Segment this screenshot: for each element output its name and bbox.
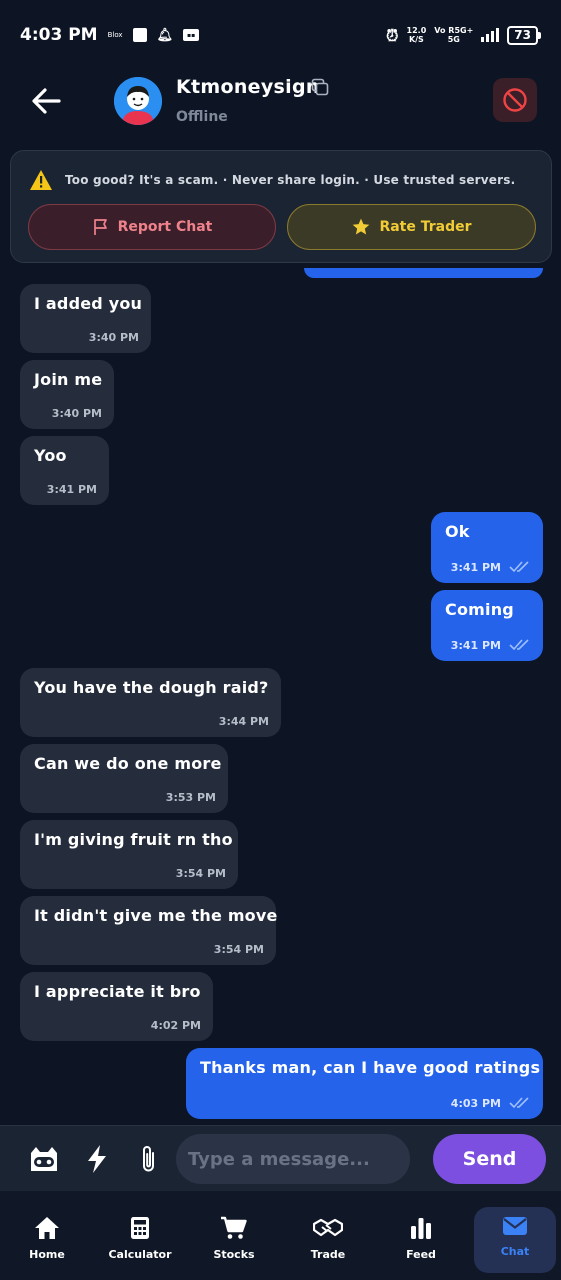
message-time: 3:44 PM	[218, 715, 269, 728]
cart-icon	[221, 1216, 247, 1239]
report-chat-button[interactable]: Report Chat	[28, 204, 276, 250]
message-time: 3:41 PM	[46, 483, 97, 496]
message-bubble-incoming[interactable]: Can we do one more 3:53 PM	[20, 744, 228, 813]
read-receipt-icon	[509, 639, 529, 651]
home-icon	[35, 1217, 59, 1239]
nav-label: Chat	[500, 1245, 530, 1258]
block-user-button[interactable]	[493, 78, 537, 122]
message-bubble-outgoing[interactable]: Thanks man, can I have good ratings 4:03…	[186, 1048, 543, 1119]
message-bubble-incoming[interactable]: I added you 3:40 PM	[20, 284, 151, 353]
network-type: Vo R5G+ 5G	[434, 26, 474, 44]
bar-chart-icon	[411, 1218, 431, 1239]
message-text: Can we do one more	[34, 754, 222, 773]
battery-icon: 73	[507, 25, 541, 45]
mail-icon	[503, 1217, 527, 1235]
quick-action-button[interactable]	[81, 1143, 113, 1175]
message-time: 3:41 PM	[450, 638, 501, 652]
nav-label: Trade	[310, 1248, 346, 1261]
message-time: 3:41 PM	[450, 560, 501, 574]
message-time: 3:40 PM	[88, 331, 139, 344]
message-text: Thanks man, can I have good ratings	[200, 1058, 541, 1077]
emoji-button[interactable]	[28, 1143, 60, 1175]
notification-app-icon: ▪▪	[183, 29, 200, 41]
message-bubble-outgoing[interactable]: Coming 3:41 PM	[431, 590, 543, 661]
nav-label: Home	[29, 1248, 65, 1261]
bell-icon: 🔔︎	[156, 27, 174, 43]
nav-item-chat[interactable]: Chat	[474, 1207, 556, 1273]
nav-label: Feed	[406, 1248, 436, 1261]
arrow-left-icon	[32, 88, 61, 114]
message-text: I appreciate it bro	[34, 982, 201, 1001]
contact-status: Offline	[176, 109, 228, 125]
message-time: 3:40 PM	[51, 407, 102, 420]
alarm-icon: ⏰︎	[386, 25, 399, 45]
rate-trader-label: Rate Trader	[379, 219, 472, 235]
nav-item-home[interactable]: Home	[7, 1208, 87, 1272]
avatar[interactable]	[114, 77, 162, 125]
send-button[interactable]: Send	[433, 1134, 546, 1184]
read-receipt-icon	[509, 1097, 529, 1109]
message-time: 4:03 PM	[450, 1096, 501, 1110]
back-button[interactable]	[26, 84, 66, 118]
message-bubble-incoming[interactable]: It didn't give me the move 3:54 PM	[20, 896, 278, 965]
chat-header: Ktmoneysign Offline	[0, 70, 561, 140]
message-bubble-incoming[interactable]: I'm giving fruit rn tho 3:54 PM	[20, 820, 238, 889]
message-bubble-incoming[interactable]: You have the dough raid? 3:44 PM	[20, 668, 281, 737]
status-time: 4:03 PM	[20, 25, 98, 45]
nav-item-trade[interactable]: Trade	[288, 1208, 368, 1272]
message-bubble-incoming[interactable]: Yoo 3:41 PM	[20, 436, 109, 505]
nav-item-feed[interactable]: Feed	[381, 1208, 461, 1272]
message-bubble-incoming[interactable]: I appreciate it bro 4:02 PM	[20, 972, 213, 1041]
bottom-navigation: Home Calculator Stocks Trade Feed Chat	[0, 1191, 561, 1280]
message-text: Yoo	[34, 446, 67, 465]
flag-icon	[93, 219, 107, 235]
warning-icon	[30, 170, 52, 190]
calculator-icon	[131, 1217, 149, 1239]
battery-level: 73	[507, 25, 538, 45]
message-bubble-incoming[interactable]: Join me 3:40 PM	[20, 360, 114, 429]
message-text: Join me	[34, 370, 103, 389]
attach-button[interactable]	[133, 1143, 165, 1175]
handshake-icon	[313, 1218, 343, 1237]
paperclip-icon	[143, 1146, 154, 1172]
safety-warning-text: Too good? It's a scam. · Never share log…	[65, 173, 516, 187]
message-text: Ok	[445, 522, 470, 541]
copy-icon[interactable]	[311, 78, 329, 96]
report-chat-label: Report Chat	[117, 219, 213, 235]
block-icon	[503, 88, 527, 112]
message-bubble-outgoing[interactable]: Ok 3:41 PM	[431, 512, 543, 583]
status-bar: 4:03 PM Blox 🔔︎ ▪▪ ⏰︎ 12.0 K/S Vo R5G+ 5…	[0, 0, 561, 70]
network-speed: 12.0 K/S	[406, 26, 427, 44]
message-time: 3:54 PM	[175, 867, 226, 880]
message-input[interactable]	[176, 1134, 410, 1184]
read-receipt-icon	[509, 561, 529, 573]
message-text: It didn't give me the move	[34, 906, 278, 925]
message-time: 3:54 PM	[213, 943, 264, 956]
star-icon	[353, 218, 370, 235]
nav-item-stocks[interactable]: Stocks	[194, 1208, 274, 1272]
previous-outgoing-message-edge	[304, 268, 543, 278]
app-notification-icon: Blox	[107, 31, 123, 39]
message-composer: Send	[0, 1125, 561, 1191]
nav-item-calculator[interactable]: Calculator	[100, 1208, 180, 1272]
contact-name: Ktmoneysign	[176, 76, 320, 98]
message-text: Coming	[445, 600, 514, 619]
message-time: 3:53 PM	[165, 791, 216, 804]
signal-icon	[481, 28, 500, 42]
message-time: 4:02 PM	[150, 1019, 201, 1032]
lightning-icon	[88, 1145, 106, 1173]
rate-trader-button[interactable]: Rate Trader	[287, 204, 536, 250]
avatar-image	[114, 77, 162, 125]
message-text: You have the dough raid?	[34, 678, 269, 697]
robot-cat-icon	[31, 1147, 57, 1171]
notification-square-icon	[132, 28, 147, 42]
message-text: I'm giving fruit rn tho	[34, 830, 233, 849]
safety-warning-card: Too good? It's a scam. · Never share log…	[10, 150, 552, 263]
nav-label: Calculator	[108, 1248, 172, 1261]
message-text: I added you	[34, 294, 143, 313]
nav-label: Stocks	[213, 1248, 255, 1261]
